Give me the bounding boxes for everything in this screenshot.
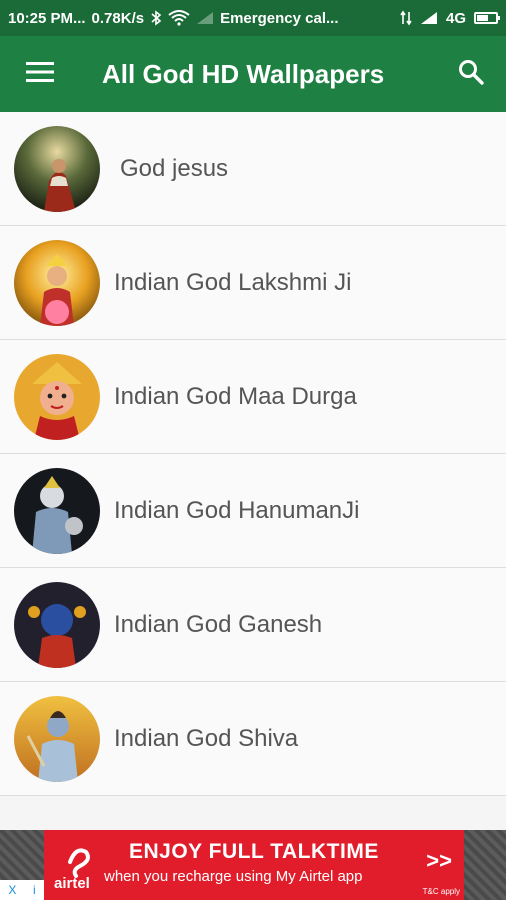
list-item-label: Indian God Shiva xyxy=(114,724,299,752)
status-carrier: Emergency cal... xyxy=(220,9,339,27)
list-item-lakshmi-ji[interactable]: Indian God Lakshmi Ji xyxy=(0,226,506,340)
ad-subtitle: when you recharge using My Airtel app xyxy=(104,868,363,885)
list-item-god-jesus[interactable]: God jesus xyxy=(0,112,506,226)
status-bar: 10:25 PM... 0.78K/s Emergency cal... 4G xyxy=(0,0,506,36)
signal-icon xyxy=(420,11,438,25)
data-transfer-icon xyxy=(400,10,412,26)
hamburger-menu-icon xyxy=(26,61,54,88)
status-network: 4G xyxy=(445,9,466,27)
list-item-maa-durga[interactable]: Indian God Maa Durga xyxy=(0,340,506,454)
status-time: 10:25 PM... xyxy=(8,9,86,27)
ad-banner[interactable]: airtel ENJOY FULL TALKTIME when you rech… xyxy=(44,830,464,900)
svg-text:airtel: airtel xyxy=(54,875,90,890)
hanuman-thumbnail xyxy=(14,467,100,554)
list-item-label: Indian God Maa Durga xyxy=(114,382,357,410)
durga-thumbnail xyxy=(14,353,100,440)
app-title: All God HD Wallpapers xyxy=(102,58,385,89)
menu-button[interactable] xyxy=(0,36,80,112)
search-button[interactable] xyxy=(436,36,506,112)
list-item-label: God jesus xyxy=(120,154,229,182)
jesus-thumbnail xyxy=(14,125,100,212)
signal-weak-icon xyxy=(196,11,214,25)
list-item-hanumanji[interactable]: Indian God HanumanJi xyxy=(0,454,506,568)
ad-terms: T&C apply xyxy=(422,887,460,896)
category-list: God jesus Indian God Lakshmi Ji Indian G… xyxy=(0,112,506,796)
ad-banner-container: airtel ENJOY FULL TALKTIME when you rech… xyxy=(0,830,506,900)
ad-info-icon[interactable]: i xyxy=(33,883,36,897)
search-icon xyxy=(458,59,484,90)
ad-close-icon[interactable]: X xyxy=(8,883,16,897)
wifi-icon xyxy=(168,10,190,26)
list-item-label: Indian God Ganesh xyxy=(114,610,323,638)
battery-fill xyxy=(477,15,488,21)
list-item-label: Indian God HanumanJi xyxy=(114,496,360,524)
status-speed: 0.78K/s xyxy=(91,9,145,27)
list-item-label: Indian God Lakshmi Ji xyxy=(114,268,352,296)
ad-title: ENJOY FULL TALKTIME xyxy=(129,840,379,863)
ganesh-thumbnail xyxy=(14,581,100,668)
ad-controls: X i xyxy=(0,880,44,900)
shiva-thumbnail xyxy=(14,695,100,782)
battery-icon xyxy=(474,12,500,24)
list-item-ganesh[interactable]: Indian God Ganesh xyxy=(0,568,506,682)
airtel-logo: airtel xyxy=(50,840,110,892)
bluetooth-icon xyxy=(150,10,162,26)
app-bar: All God HD Wallpapers xyxy=(0,36,506,112)
lakshmi-thumbnail xyxy=(14,239,100,326)
ad-arrow-icon: >> xyxy=(426,848,452,873)
list-item-shiva[interactable]: Indian God Shiva xyxy=(0,682,506,796)
